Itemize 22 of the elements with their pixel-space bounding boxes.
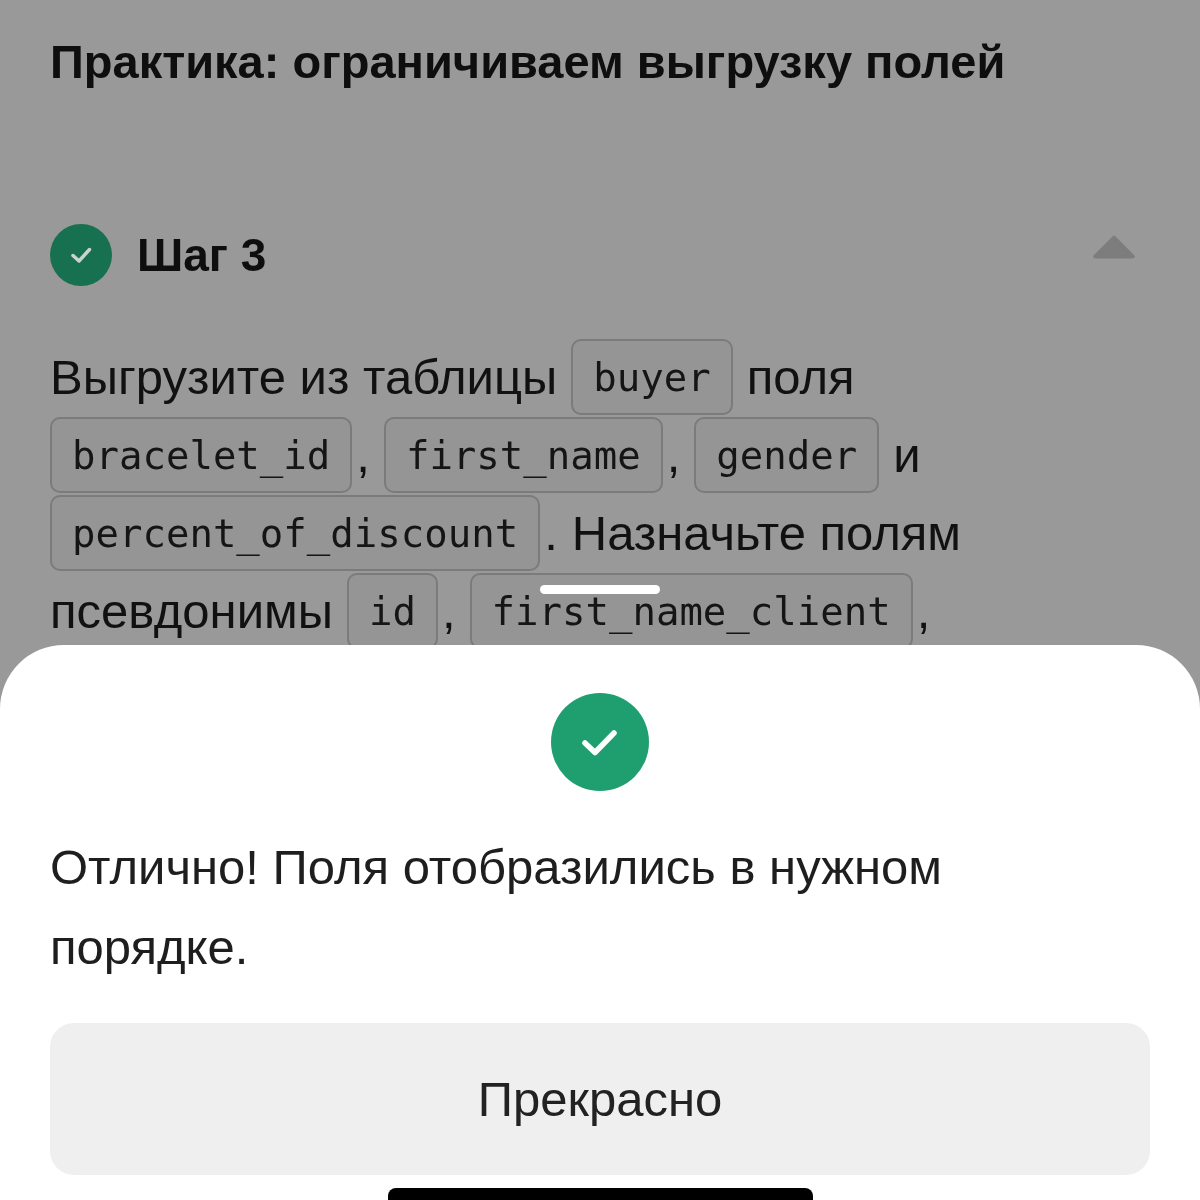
task-text: и — [893, 427, 921, 483]
confirm-button[interactable]: Прекрасно — [50, 1023, 1150, 1175]
page-title: Практика: ограничиваем выгрузку полей — [50, 34, 1006, 90]
punctuation: . — [544, 505, 558, 561]
step-title: Шаг 3 — [137, 228, 267, 283]
punctuation: , — [441, 583, 456, 639]
caret-icon[interactable] — [1093, 235, 1135, 259]
task-text: поля — [746, 349, 855, 405]
punctuation: , — [916, 583, 931, 639]
inline-code: bracelet_id — [50, 417, 353, 493]
task-text: псевдонимы — [50, 583, 333, 639]
inline-code: buyer — [571, 339, 733, 415]
punctuation: , — [356, 427, 370, 483]
check-circle-icon — [551, 693, 649, 791]
task-text: Выгрузите из таблицы — [50, 349, 558, 405]
punctuation: , — [666, 427, 681, 483]
inline-code: first_name — [383, 417, 663, 493]
drag-handle[interactable] — [540, 585, 660, 594]
success-message: Отлично! Поля отобразились в нужном порядке. — [50, 839, 943, 976]
task-text: Назначьте полям — [571, 505, 962, 561]
inline-code: gender — [694, 417, 880, 493]
inline-code: percent_of_discount — [50, 495, 541, 571]
